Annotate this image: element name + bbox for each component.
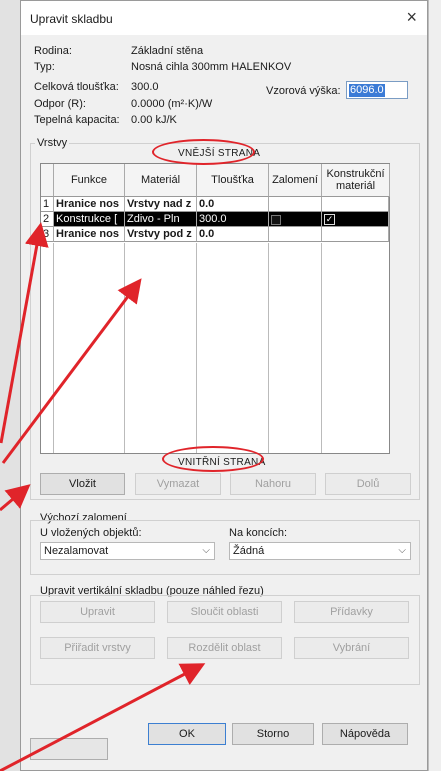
at-inserts-value: Nezalamovat — [44, 545, 109, 557]
cancel-button[interactable]: Storno — [232, 723, 314, 745]
row-3-function[interactable]: Hranice nos — [54, 227, 125, 242]
column-header-material[interactable]: Materiál — [125, 164, 197, 197]
preview-button[interactable] — [30, 738, 108, 760]
row-1-material[interactable]: Vrstvy nad z — [125, 197, 197, 212]
row-2-function[interactable]: Konstrukce [ — [54, 212, 125, 227]
background-window-left — [0, 0, 21, 771]
column-header-function[interactable]: Funkce — [54, 164, 125, 197]
at-inserts-select[interactable]: Nezalamovat ⌵ — [40, 542, 215, 560]
layers-table: Funkce Materiál Tloušťka Zalomení Konstr… — [40, 163, 390, 454]
sample-height-input[interactable]: 6096.0 — [346, 81, 408, 99]
row-1-number: 1 — [41, 197, 54, 212]
row-2-number: 2 — [41, 212, 54, 227]
dialog-title: Upravit skladbu — [30, 12, 113, 26]
row-2-material[interactable]: Zdivo - Pln — [125, 212, 197, 227]
row-number-header — [41, 164, 54, 197]
close-icon[interactable]: × — [406, 7, 417, 28]
row-3-structural[interactable] — [322, 227, 389, 242]
row-3-thickness[interactable]: 0.0 — [197, 227, 269, 242]
modify-button[interactable]: Upravit — [40, 601, 155, 623]
family-label: Rodina: — [34, 45, 72, 57]
row-1-structural[interactable] — [322, 197, 389, 212]
split-region-button[interactable]: Rozdělit oblast — [167, 637, 282, 659]
total-thickness-value: 300.0 — [131, 81, 159, 93]
type-label: Typ: — [34, 61, 55, 73]
insert-layer-button[interactable]: Vložit — [40, 473, 125, 495]
row-3-wraps[interactable] — [269, 227, 322, 242]
row-3-material[interactable]: Vrstvy pod z — [125, 227, 197, 242]
row-2-structural[interactable]: ✓ — [322, 212, 389, 227]
row-2-thickness[interactable]: 300.0 — [197, 212, 269, 227]
layers-group-label: Vrstvy — [35, 137, 70, 149]
sample-height-label: Vzorová výška: — [266, 85, 341, 97]
merge-regions-button[interactable]: Sloučit oblasti — [167, 601, 282, 623]
exterior-annotation-ellipse — [152, 139, 255, 165]
at-ends-label: Na koncích: — [229, 527, 288, 539]
help-button[interactable]: Nápověda — [322, 723, 408, 745]
interior-annotation-ellipse — [162, 446, 264, 472]
resistance-label: Odpor (R): — [34, 98, 86, 110]
sweeps-button[interactable]: Přídavky — [294, 601, 409, 623]
grid-line — [268, 243, 269, 453]
background-window-right — [428, 0, 441, 771]
delete-layer-button[interactable]: Vymazat — [135, 473, 221, 495]
grid-line — [53, 243, 54, 453]
chevron-down-icon: ⌵ — [202, 545, 210, 556]
chevron-down-icon: ⌵ — [398, 545, 406, 556]
grid-line — [196, 243, 197, 453]
title-bar: Upravit skladbu × — [21, 1, 427, 35]
row-2-wraps[interactable] — [269, 212, 322, 227]
grid-line — [124, 243, 125, 453]
move-down-button[interactable]: Dolů — [325, 473, 411, 495]
ok-button[interactable]: OK — [148, 723, 226, 745]
wraps-checkbox[interactable] — [271, 215, 281, 225]
reveals-button[interactable]: Vybrání — [294, 637, 409, 659]
thermal-mass-label: Tepelná kapacita: — [34, 114, 120, 126]
thermal-mass-value: 0.00 kJ/K — [131, 114, 177, 126]
column-header-structural-material[interactable]: Konstrukční materiál — [322, 164, 390, 197]
resistance-value: 0.0000 (m²·K)/W — [131, 98, 213, 110]
family-value: Základní stěna — [131, 45, 204, 57]
row-1-wraps[interactable] — [269, 197, 322, 212]
row-1-thickness[interactable]: 0.0 — [197, 197, 269, 212]
at-ends-select[interactable]: Žádná ⌵ — [229, 542, 411, 560]
sample-height-value: 6096.0 — [349, 84, 385, 97]
type-value: Nosná cihla 300mm HALENKOV — [131, 61, 292, 73]
edit-assembly-dialog: Upravit skladbu × Rodina: Základní stěna… — [20, 0, 428, 771]
total-thickness-label: Celková tloušťka: — [34, 81, 119, 93]
at-inserts-label: U vložených objektů: — [40, 527, 142, 539]
grid-line — [321, 243, 322, 453]
assign-layers-button[interactable]: Přiřadit vrstvy — [40, 637, 155, 659]
row-1-function[interactable]: Hranice nos — [54, 197, 125, 212]
at-ends-value: Žádná — [233, 545, 265, 557]
structural-checkbox[interactable]: ✓ — [324, 214, 335, 225]
column-header-wraps[interactable]: Zalomení — [269, 164, 322, 197]
row-3-number: 3 — [41, 227, 54, 242]
move-up-button[interactable]: Nahoru — [230, 473, 316, 495]
column-header-thickness[interactable]: Tloušťka — [197, 164, 269, 197]
